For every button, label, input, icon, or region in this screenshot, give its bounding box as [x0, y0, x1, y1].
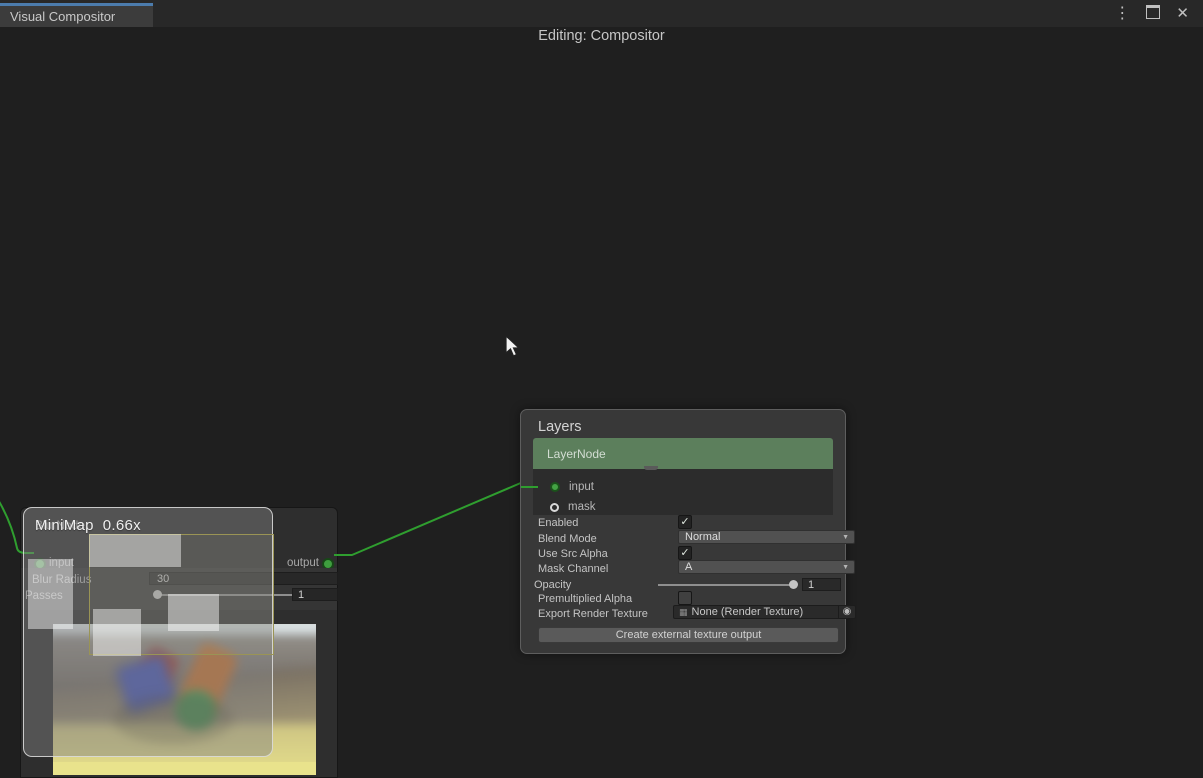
opacity-slider-track[interactable]	[658, 584, 796, 586]
row-premultiplied-alpha: Premultiplied Alpha	[538, 592, 632, 606]
use-src-alpha-checkbox[interactable]: ✓	[678, 546, 692, 560]
opacity-slider-knob[interactable]	[789, 580, 798, 589]
layer-node-title: LayerNode	[547, 447, 606, 461]
create-external-texture-output-button[interactable]: Create external texture output	[538, 627, 839, 643]
mouse-cursor	[503, 335, 521, 359]
row-use-src-alpha: Use Src Alpha ✓	[538, 547, 608, 561]
chevron-down-icon: ▼	[842, 564, 849, 571]
window-controls: ⋮ ✕	[1114, 5, 1189, 23]
mask-channel-label: Mask Channel	[538, 563, 608, 575]
enabled-label: Enabled	[538, 517, 578, 529]
close-icon[interactable]: ✕	[1176, 5, 1189, 23]
passes-field[interactable]: 1	[292, 588, 338, 601]
texture-thumb-icon: ▦	[674, 607, 692, 618]
opacity-label: Opacity	[534, 579, 571, 591]
blend-mode-label: Blend Mode	[538, 533, 597, 545]
minimap-node-rect	[28, 559, 73, 629]
wire-stub	[521, 486, 538, 488]
chevron-down-icon: ▼	[842, 534, 849, 541]
export-render-texture-value: None (Render Texture)	[692, 606, 804, 618]
blend-mode-value: Normal	[685, 531, 720, 543]
row-enabled: Enabled ✓	[538, 516, 578, 530]
object-picker-icon[interactable]: ◉	[838, 606, 855, 618]
layer-node-ports: input mask	[533, 469, 833, 515]
row-mask-channel: Mask Channel A ▼	[538, 562, 608, 576]
premultiplied-alpha-checkbox[interactable]	[678, 591, 692, 605]
use-src-alpha-label: Use Src Alpha	[538, 548, 608, 560]
layers-panel[interactable]: Layers LayerNode input mask Enabled ✓ Bl…	[520, 409, 846, 654]
port-label: input	[569, 481, 594, 493]
port-row-input: input	[533, 477, 833, 497]
row-blend-mode: Blend Mode Normal ▼	[538, 532, 597, 546]
premultiplied-alpha-label: Premultiplied Alpha	[538, 593, 632, 605]
port-row-mask: mask	[533, 497, 833, 517]
minimap-node-rect	[89, 534, 181, 567]
window-title-bar: Visual Compositor ⋮ ✕	[0, 0, 1203, 27]
node-collapse-notch[interactable]	[644, 466, 658, 470]
row-export-render-texture: Export Render Texture ▦ None (Render Tex…	[538, 607, 648, 621]
layer-node-header[interactable]: LayerNode	[533, 438, 833, 469]
wire-blur-output-to-layer-input[interactable]	[334, 482, 541, 555]
layers-panel-title: Layers	[538, 419, 582, 435]
opacity-value: 1	[808, 579, 814, 591]
minimap[interactable]: MiniMap 0.66x	[23, 507, 273, 757]
row-opacity: Opacity 1	[534, 578, 571, 592]
export-render-texture-field[interactable]: ▦ None (Render Texture) ◉	[673, 605, 856, 619]
tab-visual-compositor[interactable]: Visual Compositor	[0, 3, 153, 27]
maximize-icon[interactable]	[1146, 5, 1160, 24]
opacity-field[interactable]: 1	[802, 578, 841, 591]
mask-port-icon[interactable]	[550, 503, 559, 512]
mask-channel-value: A	[685, 561, 692, 573]
minimap-node-rect	[168, 594, 219, 631]
minimap-zoom-level: 0.66x	[103, 517, 141, 534]
mask-channel-dropdown[interactable]: A ▼	[678, 560, 855, 574]
minimap-node-rect	[93, 609, 141, 656]
tab-title: Visual Compositor	[10, 9, 115, 24]
minimap-title: MiniMap 0.66x	[35, 517, 141, 534]
passes-value: 1	[298, 589, 304, 601]
blend-mode-dropdown[interactable]: Normal ▼	[678, 530, 855, 544]
minimap-title-text: MiniMap	[35, 517, 94, 534]
editing-status-label: Editing: Compositor	[0, 28, 1203, 44]
export-render-texture-label: Export Render Texture	[538, 608, 648, 620]
port-label: mask	[568, 501, 595, 513]
input-port-icon[interactable]	[550, 482, 560, 492]
menu-icon[interactable]: ⋮	[1114, 5, 1130, 23]
enabled-checkbox[interactable]: ✓	[678, 515, 692, 529]
